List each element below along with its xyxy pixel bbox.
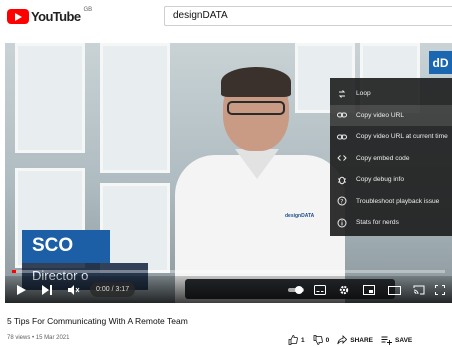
logo-text: YouTube bbox=[31, 8, 81, 24]
lower-third-name: SCO bbox=[22, 230, 110, 263]
gear-icon bbox=[339, 285, 349, 295]
channel-watermark[interactable]: dD bbox=[429, 51, 452, 74]
menu-item-copy-video-url[interactable]: Copy video URL bbox=[330, 104, 452, 126]
next-button[interactable] bbox=[41, 283, 53, 297]
miniplayer-icon bbox=[363, 285, 375, 295]
share-label: SHARE bbox=[350, 336, 374, 344]
menu-item-copy-url-at-time[interactable]: Copy video URL at current time bbox=[330, 126, 452, 148]
menu-item-label: Troubleshoot playback issue bbox=[356, 197, 440, 205]
bug-icon bbox=[337, 175, 347, 185]
svg-text:?: ? bbox=[340, 199, 343, 206]
autoplay-toggle-icon bbox=[288, 286, 304, 294]
theater-mode-icon bbox=[388, 285, 401, 295]
theater-mode-button[interactable] bbox=[388, 283, 401, 297]
thumbs-down-icon bbox=[313, 335, 323, 345]
video-meta: 78 views • 15 Mar 2021 bbox=[7, 335, 70, 341]
menu-item-troubleshoot[interactable]: ? Troubleshoot playback issue bbox=[330, 191, 452, 213]
cast-icon bbox=[413, 285, 425, 295]
youtube-play-logo-icon bbox=[7, 8, 29, 24]
link-icon bbox=[337, 132, 347, 142]
menu-item-loop[interactable]: Loop bbox=[330, 83, 452, 105]
autoplay-toggle[interactable] bbox=[287, 283, 305, 297]
youtube-logo[interactable]: YouTube GB bbox=[7, 7, 93, 24]
loop-icon bbox=[337, 89, 347, 99]
shirt-logo: designDATA bbox=[285, 213, 315, 219]
settings-button[interactable] bbox=[338, 283, 350, 297]
skip-next-icon bbox=[42, 285, 52, 295]
presenter: designDATA bbox=[175, 63, 345, 303]
time-display: 0:00 / 3:17 bbox=[90, 282, 136, 297]
menu-item-copy-debug-info[interactable]: Copy debug info bbox=[330, 169, 452, 191]
player-controls: 0:00 / 3:17 bbox=[5, 276, 452, 303]
subtitles-icon bbox=[314, 285, 326, 295]
menu-item-stats-for-nerds[interactable]: Stats for nerds bbox=[330, 212, 452, 234]
menu-item-label: Copy debug info bbox=[356, 176, 405, 184]
presenter-glasses bbox=[227, 101, 285, 115]
cast-button[interactable] bbox=[413, 283, 425, 297]
mute-button[interactable] bbox=[67, 283, 80, 297]
progress-bar[interactable] bbox=[12, 270, 445, 273]
player-context-menu: Loop Copy video URL Copy video URL at cu… bbox=[330, 78, 452, 236]
dislike-count: 0 bbox=[325, 336, 330, 344]
like-count: 1 bbox=[301, 336, 305, 344]
menu-item-label: Copy video URL bbox=[356, 111, 405, 119]
video-actions: 1 0 SHARE SAVE bbox=[288, 334, 420, 346]
menu-item-label: Stats for nerds bbox=[356, 219, 399, 227]
fullscreen-icon bbox=[435, 285, 445, 295]
save-button[interactable]: SAVE bbox=[381, 335, 412, 345]
subtitles-button[interactable] bbox=[314, 283, 326, 297]
menu-item-label: Copy video URL at current time bbox=[356, 133, 448, 141]
share-button[interactable]: SHARE bbox=[337, 335, 373, 345]
menu-item-label: Loop bbox=[356, 90, 371, 98]
thumbs-up-icon bbox=[288, 335, 298, 345]
masthead: YouTube GB designDATA bbox=[0, 0, 452, 34]
muted-volume-icon bbox=[68, 285, 80, 295]
miniplayer-button[interactable] bbox=[363, 283, 375, 297]
menu-item-copy-embed-code[interactable]: Copy embed code bbox=[330, 148, 452, 170]
menu-item-label: Copy embed code bbox=[356, 154, 410, 162]
progress-fill bbox=[12, 270, 17, 273]
search-input[interactable]: designDATA bbox=[164, 6, 452, 26]
window bbox=[100, 43, 170, 173]
window bbox=[15, 43, 85, 153]
presenter-hair bbox=[221, 67, 291, 97]
code-icon bbox=[337, 153, 347, 163]
dislike-button[interactable]: 0 bbox=[313, 335, 330, 345]
like-button[interactable]: 1 bbox=[288, 335, 305, 345]
play-icon bbox=[17, 285, 26, 295]
save-label: SAVE bbox=[395, 336, 413, 344]
region-code: GB bbox=[83, 7, 93, 13]
link-icon bbox=[337, 110, 347, 120]
play-button[interactable] bbox=[15, 283, 27, 297]
share-icon bbox=[337, 335, 348, 345]
help-icon: ? bbox=[337, 196, 347, 206]
video-title: 5 Tips For Communicating With A Remote T… bbox=[7, 316, 188, 326]
info-icon bbox=[337, 218, 347, 228]
playlist-add-icon bbox=[381, 336, 393, 345]
fullscreen-button[interactable] bbox=[435, 283, 445, 297]
